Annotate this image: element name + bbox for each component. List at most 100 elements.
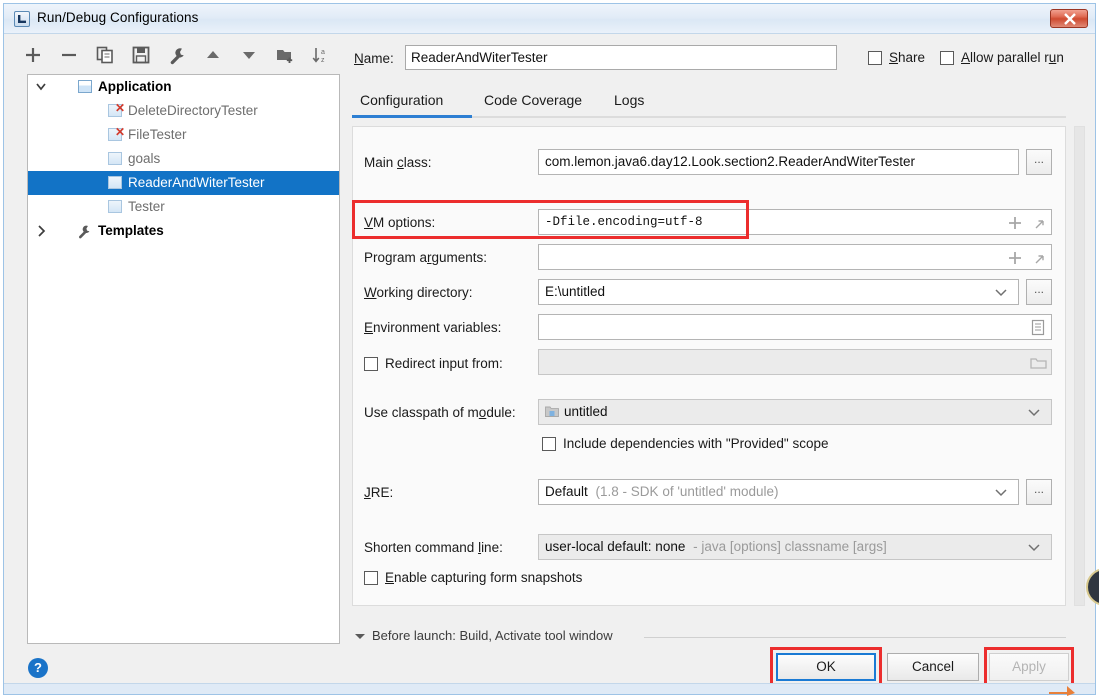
jre-combo[interactable]: Default (1.8 - SDK of 'untitled' module) (538, 479, 1019, 505)
list-icon-glyph (1031, 319, 1045, 336)
include-dependencies-label: Include dependencies with "Provided" sco… (563, 436, 829, 451)
tree-node-templates[interactable]: Templates (28, 219, 339, 243)
shorten-command-line-value: user-local default: none (545, 539, 686, 554)
error-x-icon: ✕ (115, 101, 126, 115)
new-folder-button[interactable] (270, 40, 300, 70)
save-icon (132, 46, 150, 64)
chevron-down-icon[interactable] (34, 75, 50, 99)
main-class-input[interactable]: com.lemon.java6.day12.Look.section2.Read… (538, 149, 1019, 175)
plus-icon (26, 48, 40, 62)
tree-node-label: FileTester (128, 127, 187, 142)
help-button[interactable]: ? (28, 658, 48, 678)
cursor-arrow-glyph (1049, 686, 1075, 696)
vm-options-input[interactable]: -Dfile.encoding=utf-8 (538, 209, 1052, 235)
remove-button[interactable] (54, 40, 84, 70)
sort-button[interactable]: a z (306, 40, 336, 70)
vm-options-label: VM options: (364, 215, 436, 230)
tree-node-application[interactable]: Application (28, 75, 339, 99)
checkbox-box (364, 357, 378, 371)
window-title: Run/Debug Configurations (37, 10, 199, 25)
classpath-module-label: Use classpath of module: (364, 405, 516, 420)
ok-button[interactable]: OK (776, 653, 876, 681)
share-label: Share (889, 50, 926, 65)
jre-label: JRE: (364, 485, 394, 500)
tab-logs[interactable]: Logs (614, 86, 644, 116)
working-directory-chevron-down-icon[interactable] (993, 285, 1009, 302)
tab-configuration[interactable]: Configuration (360, 86, 443, 116)
program-arguments-actions[interactable] (1005, 249, 1057, 267)
configurations-toolbar: a z (18, 40, 348, 74)
config-icon (108, 200, 122, 213)
classpath-module-combo[interactable]: untitled (538, 399, 1052, 425)
move-down-button[interactable] (234, 40, 264, 70)
working-directory-browse-button[interactable]: ... (1026, 279, 1052, 305)
tab-bar: Configuration Code Coverage Logs (352, 86, 1066, 118)
module-icon-glyph (545, 406, 559, 417)
title-bar: Run/Debug Configurations (4, 4, 1095, 34)
arrow-up-icon (207, 51, 219, 58)
chevron-down-glyph (36, 83, 46, 91)
wrench-icon (76, 223, 92, 239)
tab-code-coverage[interactable]: Code Coverage (484, 86, 582, 116)
tree-node-tester[interactable]: Tester (28, 195, 339, 219)
chevron-right-icon[interactable] (34, 219, 50, 243)
working-directory-input[interactable]: E:\untitled (538, 279, 1019, 305)
tree-node-label: ReaderAndWiterTester (128, 175, 265, 190)
apply-button[interactable]: Apply (989, 653, 1069, 681)
tree-node-readerandwitertester[interactable]: ReaderAndWiterTester (28, 171, 339, 195)
error-x-icon: ✕ (115, 125, 126, 139)
idea-app-icon (14, 11, 30, 27)
folder-add-icon (277, 50, 293, 63)
arrow-down-icon (243, 52, 255, 59)
shorten-command-line-label: Shorten command line: (364, 540, 503, 555)
add-button[interactable] (18, 40, 48, 70)
name-input[interactable]: ReaderAndWiterTester (405, 45, 837, 70)
classpath-module-value: untitled (564, 404, 608, 419)
tree-node-label: goals (128, 151, 161, 166)
chevron-down-glyph (1028, 544, 1040, 552)
tree-node-filetester[interactable]: ✕ FileTester (28, 123, 339, 147)
checkbox-box (364, 571, 378, 585)
chevron-down-glyph (995, 289, 1007, 297)
name-label-rest: ame: (363, 51, 394, 66)
program-arguments-input[interactable] (538, 244, 1052, 270)
name-label: Name: (354, 51, 394, 66)
tree-node-label: DeleteDirectoryTester (128, 103, 258, 118)
configuration-form: Main class: com.lemon.java6.day12.Look.s… (352, 126, 1066, 606)
minus-icon (62, 53, 76, 57)
vm-options-actions[interactable] (1005, 214, 1057, 232)
move-up-button[interactable] (198, 40, 228, 70)
environment-variables-list-icon[interactable] (1030, 319, 1046, 339)
config-icon: ✕ (108, 101, 126, 117)
edit-templates-button[interactable] (162, 40, 192, 70)
tree-node-deletedirectorytester[interactable]: ✕ DeleteDirectoryTester (28, 99, 339, 123)
wrench-glyph (78, 225, 90, 239)
program-arguments-label: Program arguments: (364, 250, 488, 265)
main-class-browse-button[interactable]: ... (1026, 149, 1052, 175)
close-icon[interactable] (1050, 9, 1088, 28)
before-launch-section[interactable]: Before launch: Build, Activate tool wind… (354, 628, 613, 644)
shorten-command-line-chevron-down-icon[interactable] (1026, 540, 1042, 557)
chevron-right-glyph (38, 225, 46, 237)
redirect-input-field (538, 349, 1052, 375)
tree-node-label: Tester (128, 199, 165, 214)
wrench-icon (170, 48, 184, 65)
tree-node-label: Application (98, 79, 172, 94)
config-icon: ✕ (108, 125, 126, 141)
shorten-command-line-hint: - java [options] classname [args] (693, 539, 887, 554)
save-button[interactable] (126, 40, 156, 70)
configurations-tree[interactable]: Application ✕ DeleteDirectoryTester ✕ Fi… (27, 74, 340, 644)
triangle-down-icon[interactable] (354, 629, 366, 644)
copy-button[interactable] (90, 40, 120, 70)
form-scrollbar[interactable] (1074, 126, 1085, 606)
jre-chevron-down-icon[interactable] (993, 485, 1009, 502)
status-bar (4, 683, 1095, 694)
environment-variables-input[interactable] (538, 314, 1052, 340)
module-icon (545, 402, 559, 424)
jre-browse-button[interactable]: ... (1026, 479, 1052, 505)
tree-node-goals[interactable]: goals (28, 147, 339, 171)
cancel-button[interactable]: Cancel (887, 653, 979, 681)
working-directory-label: Working directory: (364, 285, 473, 300)
shorten-command-line-combo[interactable]: user-local default: none - java [options… (538, 534, 1052, 560)
classpath-module-chevron-down-icon[interactable] (1026, 405, 1042, 422)
